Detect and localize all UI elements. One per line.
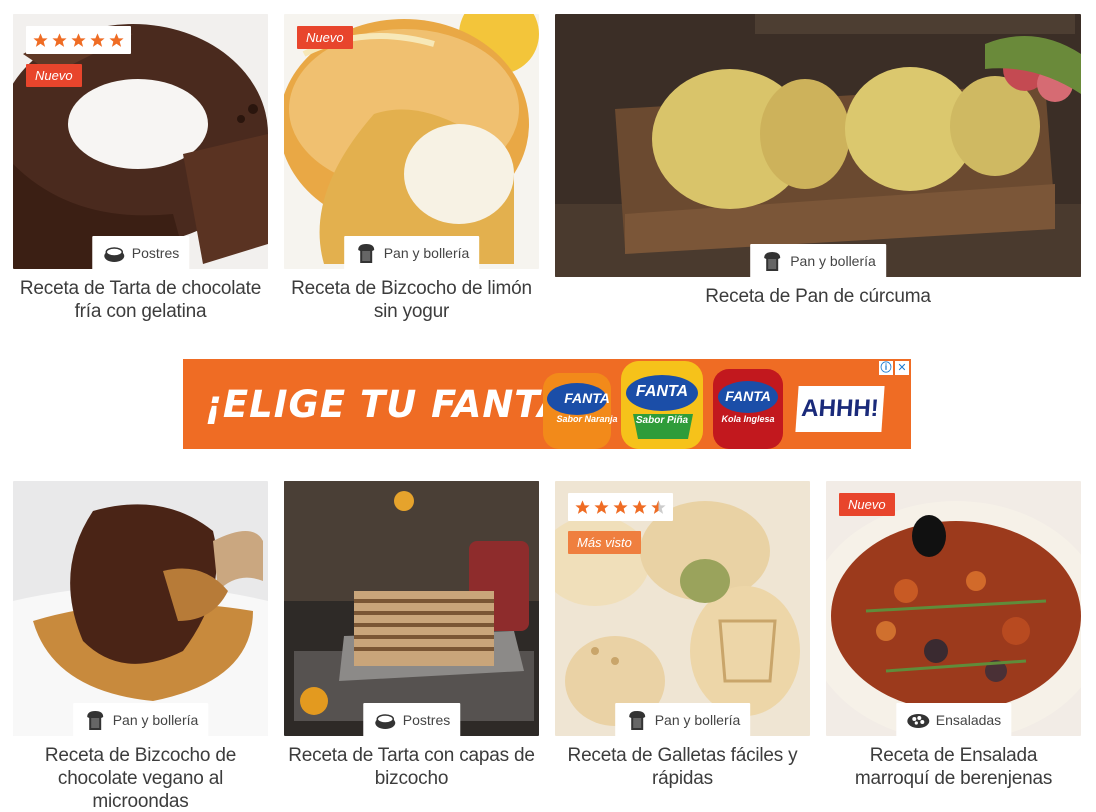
recipe-card[interactable]: Nuevo Ensaladas Receta de Ensalada marro… — [826, 481, 1081, 790]
star-icon — [90, 32, 105, 47]
half-star-icon — [651, 499, 666, 514]
category-label: Pan y bollería — [654, 711, 741, 728]
category-tag[interactable]: Postres — [91, 236, 190, 269]
recipe-image[interactable]: Pan y bollería — [13, 481, 268, 736]
category-tag[interactable]: Pan y bollería — [750, 244, 886, 277]
category-label: Pan y bollería — [112, 711, 199, 728]
star-icon — [594, 499, 609, 514]
recipe-title[interactable]: Receta de Galletas fáciles y rápidas — [555, 744, 810, 790]
ad-shout: AHHH! — [795, 386, 885, 432]
cup-icon — [374, 713, 395, 729]
recipe-title[interactable]: Receta de Bizcocho de limón sin yogur — [284, 277, 539, 323]
recipe-title[interactable]: Receta de Bizcocho de chocolate vegano a… — [13, 744, 268, 812]
recipe-title[interactable]: Receta de Tarta con capas de bizcocho — [284, 744, 539, 790]
recipe-image[interactable]: Nuevo Ensaladas — [826, 481, 1081, 736]
recipe-title[interactable]: Receta de Ensalada marroquí de berenjena… — [826, 744, 1081, 790]
most-viewed-badge: Más visto — [568, 531, 641, 554]
salad-icon — [906, 713, 929, 728]
category-tag[interactable]: Pan y bollería — [72, 703, 209, 736]
recipe-image[interactable]: Pan y bollería — [555, 14, 1081, 277]
recipe-card[interactable]: Pan y bollería Receta de Bizcocho de cho… — [13, 481, 268, 812]
recipe-image[interactable]: Nuevo Pan y bollería — [284, 14, 539, 269]
rating-stars — [568, 493, 673, 521]
new-badge: Nuevo — [839, 493, 895, 516]
category-label: Postres — [131, 244, 180, 261]
star-icon — [52, 32, 67, 47]
recipe-card[interactable]: Más visto Pan y bollería Receta de Galle… — [555, 481, 810, 790]
category-label: Ensaladas — [935, 711, 1002, 728]
ad-bottle-flavor: Sabor Piña — [635, 415, 689, 426]
recipe-image[interactable]: Nuevo Postres — [13, 14, 268, 269]
bread-icon — [764, 251, 781, 271]
ad-banner[interactable]: ¡ELIGE TU FANTA! FANTA Sabor Naranja FAN… — [183, 359, 911, 449]
category-tag[interactable]: Ensaladas — [895, 703, 1012, 736]
ad-bottle-brand: FANTA — [725, 388, 771, 404]
star-icon — [613, 499, 628, 514]
recipe-image[interactable]: Postres — [284, 481, 539, 736]
new-badge: Nuevo — [26, 64, 82, 87]
star-icon — [109, 32, 124, 47]
category-label: Pan y bollería — [383, 244, 470, 261]
star-icon — [575, 499, 590, 514]
recipe-card[interactable]: Pan y bollería Receta de Pan de cúrcuma — [555, 14, 1081, 308]
recipe-image[interactable]: Más visto Pan y bollería — [555, 481, 810, 736]
category-tag[interactable]: Pan y bollería — [343, 236, 480, 269]
new-badge: Nuevo — [297, 26, 353, 49]
cup-icon — [103, 246, 124, 262]
recipe-card[interactable]: Nuevo Pan y bollería Receta de Bizcocho … — [284, 14, 539, 323]
ad-bottle-flavor: Kola Inglesa — [721, 414, 775, 424]
recipe-title[interactable]: Receta de Pan de cúrcuma — [555, 285, 1081, 308]
recipe-card[interactable]: Nuevo Postres Receta de Tarta de chocola… — [13, 14, 268, 323]
info-icon[interactable]: ⓘ — [879, 361, 893, 375]
recipe-card[interactable]: Postres Receta de Tarta con capas de biz… — [284, 481, 539, 790]
category-tag[interactable]: Postres — [362, 703, 461, 736]
close-icon[interactable]: ✕ — [895, 361, 909, 375]
category-label: Pan y bollería — [790, 252, 876, 269]
rating-stars — [26, 26, 131, 54]
bread-icon — [628, 710, 645, 730]
category-label: Postres — [402, 711, 451, 728]
star-icon — [632, 499, 647, 514]
ad-bottle-brand: FANTA — [635, 383, 689, 400]
recipe-title[interactable]: Receta de Tarta de chocolate fría con ge… — [13, 277, 268, 323]
ad-bottle-brand: FANTA — [564, 390, 610, 406]
star-icon — [71, 32, 86, 47]
bread-icon — [86, 710, 103, 730]
bread-icon — [357, 243, 374, 263]
star-icon — [33, 32, 48, 47]
category-tag[interactable]: Pan y bollería — [614, 703, 751, 736]
ad-bottle-flavor: Sabor Naranja — [556, 414, 618, 424]
